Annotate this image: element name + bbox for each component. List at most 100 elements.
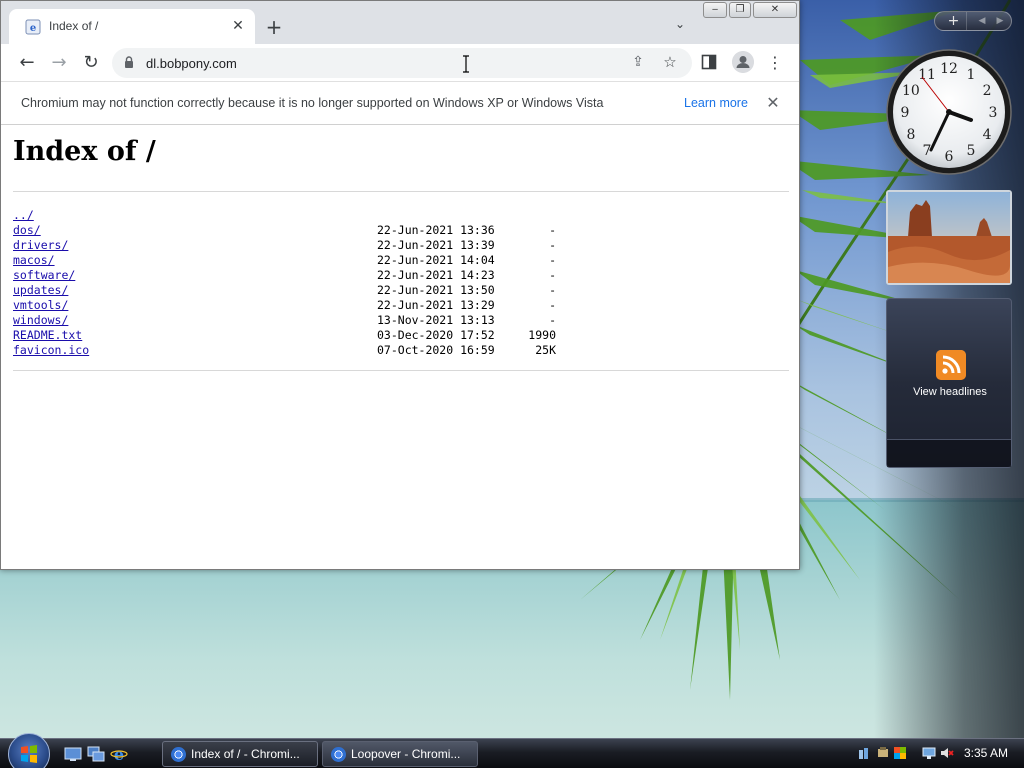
clock-numeral: 9 [901,105,910,121]
view-headlines-label[interactable]: View headlines [887,386,1013,398]
new-tab-button[interactable]: + [263,16,285,38]
file-link[interactable]: updates/ [13,283,68,298]
ie-favicon-icon: e [25,19,41,35]
tab-search-icon[interactable]: ⌄ [669,17,691,35]
file-size: - [549,223,556,237]
internet-explorer-icon[interactable]: e [110,746,128,762]
feed-gadget-footer [887,439,1011,467]
file-link[interactable]: ../ [13,208,34,223]
page-title: Index of / [13,136,156,167]
file-date: 07-Oct-2020 16:59 [377,343,495,357]
clock-numeral: 11 [918,67,936,83]
start-button[interactable] [8,733,50,768]
clock-numeral: 1 [967,67,976,83]
add-gadget-button[interactable]: + [941,12,967,30]
clock-numeral: 5 [967,143,976,159]
windows-logo-icon [21,745,37,763]
svg-text:e: e [114,746,124,762]
tab-index-of[interactable]: e Index of / ✕ [9,9,255,44]
volume-muted-tray-icon[interactable] [940,746,954,760]
file-size: - [549,283,556,297]
file-size: 25K [535,343,556,357]
file-link[interactable]: favicon.ico [13,343,89,358]
clock-numeral: 12 [940,61,958,77]
top-divider [13,191,789,192]
clock-numeral: 6 [945,149,954,165]
tab-title: Index of / [49,19,99,33]
file-size: - [549,313,556,327]
learn-more-link[interactable]: Learn more [684,96,748,110]
share-icon[interactable]: ⇪ [628,54,648,72]
file-size: - [549,238,556,252]
file-date: 22-Jun-2021 13:39 [377,238,495,252]
clock-numeral: 3 [989,105,998,121]
chromium-icon [171,747,186,762]
taskbar-button-loopover[interactable]: Loopover - Chromi... [322,741,478,767]
unsupported-os-infobar: Chromium may not function correctly beca… [1,81,799,125]
menu-icon[interactable]: ⋮ [767,51,783,75]
monitor-tray-icon[interactable] [922,746,936,760]
bottom-divider [13,370,789,371]
clock-gadget[interactable]: 12 1234567891011 [886,49,1012,175]
taskbar-label: Loopover - Chromi... [351,747,461,761]
url-text[interactable]: dl.bobpony.com [146,56,237,71]
taskbar-clock[interactable]: 3:35 AM [964,746,1008,760]
network-tray-icon[interactable] [858,746,872,760]
back-button[interactable]: ← [15,51,39,75]
file-size: - [549,253,556,267]
side-panel-icon[interactable] [701,54,717,70]
profile-avatar-icon[interactable] [732,51,754,73]
show-desktop-icon[interactable] [64,746,82,762]
gadget-prev-button[interactable]: ◀ [973,13,991,29]
file-link[interactable]: README.txt [13,328,82,343]
close-window-button[interactable]: ✕ [753,2,797,18]
taskbar: e Index of / - Chromi... Loopover - Chro… [0,733,1024,768]
infobar-close-icon[interactable]: ✕ [765,93,781,112]
switch-windows-icon[interactable] [87,746,105,762]
file-size: 1990 [528,328,556,342]
file-date: 22-Jun-2021 13:50 [377,283,495,297]
gadget-next-button[interactable]: ▶ [991,13,1009,29]
chromium-icon [331,747,346,762]
maximize-button[interactable]: ❐ [729,2,751,18]
tab-close-icon[interactable]: ✕ [229,17,247,35]
address-bar[interactable]: dl.bobpony.com ⇪ ☆ [112,48,692,78]
tab-strip: e Index of / ✕ + ⌄ ‒ ❐ ✕ [1,1,799,44]
clock-numeral: 10 [902,83,920,99]
feed-headlines-gadget[interactable]: View headlines [886,298,1012,468]
file-link[interactable]: macos/ [13,253,55,268]
file-date: 13-Nov-2021 13:13 [377,313,495,327]
minimize-button[interactable]: ‒ [703,2,727,18]
browser-window: e Index of / ✕ + ⌄ ‒ ❐ ✕ ← → ↻ dl.bobpon… [0,0,800,570]
file-date: 22-Jun-2021 13:36 [377,223,495,237]
reload-button[interactable]: ↻ [79,51,103,75]
clock-numeral: 4 [983,127,992,143]
file-link[interactable]: software/ [13,268,75,283]
infobar-message: Chromium may not function correctly beca… [21,96,604,110]
text-cursor-icon [463,55,469,73]
taskbar-label: Index of / - Chromi... [191,747,300,761]
safely-remove-tray-icon[interactable] [876,746,890,760]
file-date: 22-Jun-2021 14:23 [377,268,495,282]
file-size: - [549,268,556,282]
clock-numeral: 2 [983,83,992,99]
file-link[interactable]: drivers/ [13,238,68,253]
slideshow-gadget[interactable] [886,190,1012,285]
forward-button[interactable]: → [47,51,71,75]
file-link[interactable]: dos/ [13,223,41,238]
file-link[interactable]: windows/ [13,313,68,328]
lock-icon[interactable] [124,56,134,68]
taskbar-button-index[interactable]: Index of / - Chromi... [162,741,318,767]
file-link[interactable]: vmtools/ [13,298,68,313]
svg-text:e: e [30,23,36,34]
file-size: - [549,298,556,312]
bookmark-star-icon[interactable]: ☆ [660,53,680,73]
file-date: 22-Jun-2021 14:04 [377,253,495,267]
browser-toolbar: ← → ↻ dl.bobpony.com ⇪ ☆ ⋮ [1,44,799,81]
window-controls: ‒ ❐ ✕ [703,2,797,19]
security-center-tray-icon[interactable] [893,746,907,760]
page-content: Index of / ../dos/22-Jun-2021 13:36 - driv… [1,126,799,569]
file-date: 22-Jun-2021 13:29 [377,298,495,312]
monument-valley-photo [888,192,1010,283]
file-date: 03-Dec-2020 17:52 [377,328,495,342]
